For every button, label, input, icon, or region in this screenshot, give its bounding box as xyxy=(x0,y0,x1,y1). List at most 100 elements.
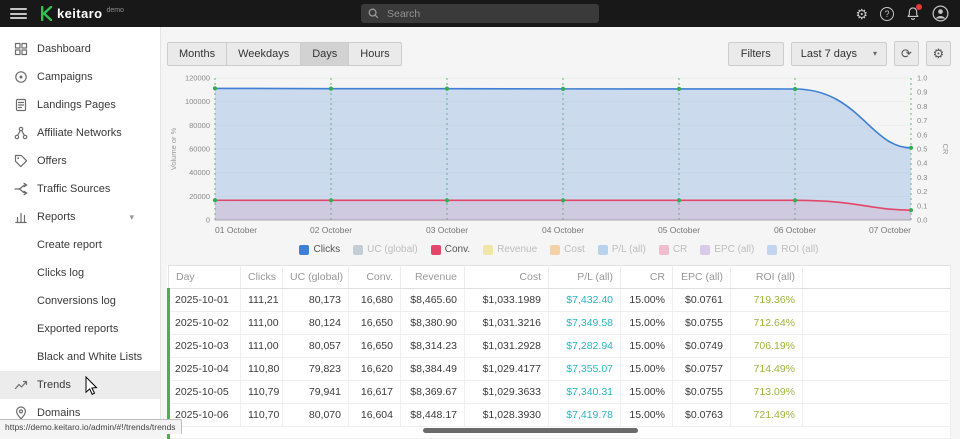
svg-text:0.6: 0.6 xyxy=(917,130,927,139)
horizontal-scrollbar-thumb[interactable] xyxy=(423,428,638,433)
refresh-button[interactable]: ⟳ xyxy=(894,41,919,66)
view-tabs: MonthsWeekdaysDaysHours xyxy=(167,42,402,66)
legend-swatch xyxy=(299,245,309,255)
table-cell: 80,124 xyxy=(283,312,349,335)
svg-text:80000: 80000 xyxy=(189,121,210,130)
legend-item-uc-global[interactable]: UC (global) xyxy=(353,244,418,255)
table-cell: $8,465.60 xyxy=(401,289,465,312)
column-header-cost[interactable]: Cost xyxy=(465,266,549,289)
sidebar-item-reports[interactable]: Reports▾ xyxy=(0,203,160,231)
chart-legend: Clicks UC (global) Conv. Revenue Cost P/L (al… xyxy=(167,244,951,255)
sidebar-item-dashboard[interactable]: Dashboard xyxy=(0,35,160,63)
svg-text:0.8: 0.8 xyxy=(917,102,927,111)
column-header-revenue[interactable]: Revenue xyxy=(401,266,465,289)
table-cell: $8,380.90 xyxy=(401,312,465,335)
column-header-p-l-all[interactable]: P/L (all) xyxy=(549,266,621,289)
svg-text:0.5: 0.5 xyxy=(917,145,927,154)
sidebar-item-black-and-white-lists[interactable]: Black and White Lists xyxy=(0,343,160,371)
table-cell: 15.00% xyxy=(621,404,673,427)
table-row[interactable]: 2025-10-01111,2180,17316,680$8,465.60$1,… xyxy=(169,289,951,312)
sidebar-item-clicks-log[interactable]: Clicks log xyxy=(0,259,160,287)
column-header-roi-all[interactable]: ROI (all) xyxy=(731,266,803,289)
legend-swatch xyxy=(550,245,560,255)
column-header-uc-global[interactable]: UC (global) xyxy=(283,266,349,289)
table-cell: 111,21 xyxy=(241,289,283,312)
user-avatar-icon[interactable] xyxy=(932,5,949,22)
table-row[interactable]: 2025-10-05110,7979,94116,617$8,369.67$1,… xyxy=(169,381,951,404)
table-cell: $7,282.94 xyxy=(549,335,621,358)
svg-text:07 October: 07 October xyxy=(869,225,911,235)
legend-item-cr[interactable]: CR xyxy=(659,244,687,255)
filters-button[interactable]: Filters xyxy=(728,42,784,66)
legend-item-roi-all[interactable]: ROI (all) xyxy=(767,244,818,255)
legend-label: CR xyxy=(673,244,687,255)
main-content: MonthsWeekdaysDaysHours Filters Last 7 d… xyxy=(161,27,960,434)
legend-item-p-l-all[interactable]: P/L (all) xyxy=(598,244,646,255)
column-header-cr[interactable]: CR xyxy=(621,266,673,289)
table-cell: 110,70 xyxy=(241,404,283,427)
sidebar-item-create-report[interactable]: Create report xyxy=(0,231,160,259)
table-cell: $1,033.1989 xyxy=(465,289,549,312)
svg-text:40000: 40000 xyxy=(189,168,210,177)
sidebar-item-trends[interactable]: Trends xyxy=(0,371,160,399)
search-input[interactable] xyxy=(385,7,592,21)
column-header-day[interactable]: Day xyxy=(169,266,241,289)
tab-hours[interactable]: Hours xyxy=(348,42,401,66)
search-icon xyxy=(368,8,379,19)
search-bar[interactable] xyxy=(361,4,599,23)
sidebar-item-conversions-log[interactable]: Conversions log xyxy=(0,287,160,315)
svg-text:0.7: 0.7 xyxy=(917,116,927,125)
table-cell: 79,941 xyxy=(283,381,349,404)
notifications-bell-icon[interactable] xyxy=(906,6,920,21)
table-cell: 2025-10-02 xyxy=(169,312,241,335)
sidebar-item-label: Dashboard xyxy=(37,43,91,55)
table-cell: 16,604 xyxy=(349,404,401,427)
legend-item-epc-all[interactable]: EPC (all) xyxy=(700,244,754,255)
tab-days[interactable]: Days xyxy=(300,42,349,66)
legend-label: Clicks xyxy=(313,244,340,255)
sidebar-item-affiliate-networks[interactable]: Affiliate Networks xyxy=(0,119,160,147)
table-cell: $8,448.17 xyxy=(401,404,465,427)
table-cell-filler xyxy=(803,404,951,427)
table-cell: 79,823 xyxy=(283,358,349,381)
status-url-tooltip: https://demo.keitaro.io/admin/#!/trends/… xyxy=(0,419,182,434)
chart-settings-button[interactable]: ⚙ xyxy=(926,41,951,66)
sidebar-item-exported-reports[interactable]: Exported reports xyxy=(0,315,160,343)
legend-item-revenue[interactable]: Revenue xyxy=(483,244,537,255)
table-cell: $0.0755 xyxy=(673,381,731,404)
table-row[interactable]: 2025-10-06110,7080,07016,604$8,448.17$1,… xyxy=(169,404,951,427)
table-row[interactable]: 2025-10-03111,0080,05716,650$8,314.23$1,… xyxy=(169,335,951,358)
sidebar-item-label: Affiliate Networks xyxy=(37,127,122,139)
svg-text:20000: 20000 xyxy=(189,192,210,201)
table-cell: 712.64% xyxy=(731,312,803,335)
svg-text:0.1: 0.1 xyxy=(917,201,927,210)
sidebar-item-campaigns[interactable]: Campaigns xyxy=(0,63,160,91)
help-icon[interactable]: ? xyxy=(880,7,894,21)
legend-swatch xyxy=(700,245,710,255)
column-header-clicks[interactable]: Clicks xyxy=(241,266,283,289)
tab-weekdays[interactable]: Weekdays xyxy=(226,42,301,66)
sidebar-item-offers[interactable]: Offers xyxy=(0,147,160,175)
column-header-epc-all[interactable]: EPC (all) xyxy=(673,266,731,289)
table-row[interactable]: 2025-10-04110,8079,82316,620$8,384.49$1,… xyxy=(169,358,951,381)
legend-swatch xyxy=(353,245,363,255)
settings-gear-icon[interactable]: ⚙ xyxy=(855,7,868,21)
legend-item-cost[interactable]: Cost xyxy=(550,244,585,255)
sidebar-item-label: Clicks log xyxy=(37,267,84,279)
app-logo[interactable]: keitaro demo xyxy=(40,6,124,22)
menu-icon[interactable] xyxy=(10,8,27,19)
date-range-select[interactable]: Last 7 days ▾ xyxy=(791,42,887,66)
legend-item-clicks[interactable]: Clicks xyxy=(299,244,340,255)
table-row[interactable]: 2025-10-02111,0080,12416,650$8,380.90$1,… xyxy=(169,312,951,335)
svg-text:60000: 60000 xyxy=(189,145,210,154)
sidebar-item-traffic-sources[interactable]: Traffic Sources xyxy=(0,175,160,203)
column-header-conv[interactable]: Conv. xyxy=(349,266,401,289)
table-cell: 16,680 xyxy=(349,289,401,312)
svg-text:0.4: 0.4 xyxy=(917,159,927,168)
tab-months[interactable]: Months xyxy=(167,42,227,66)
sidebar-item-landings-pages[interactable]: Landings Pages xyxy=(0,91,160,119)
network-icon xyxy=(14,126,28,140)
legend-item-conv[interactable]: Conv. xyxy=(431,244,470,255)
legend-label: Revenue xyxy=(497,244,537,255)
table-cell: $7,355.07 xyxy=(549,358,621,381)
